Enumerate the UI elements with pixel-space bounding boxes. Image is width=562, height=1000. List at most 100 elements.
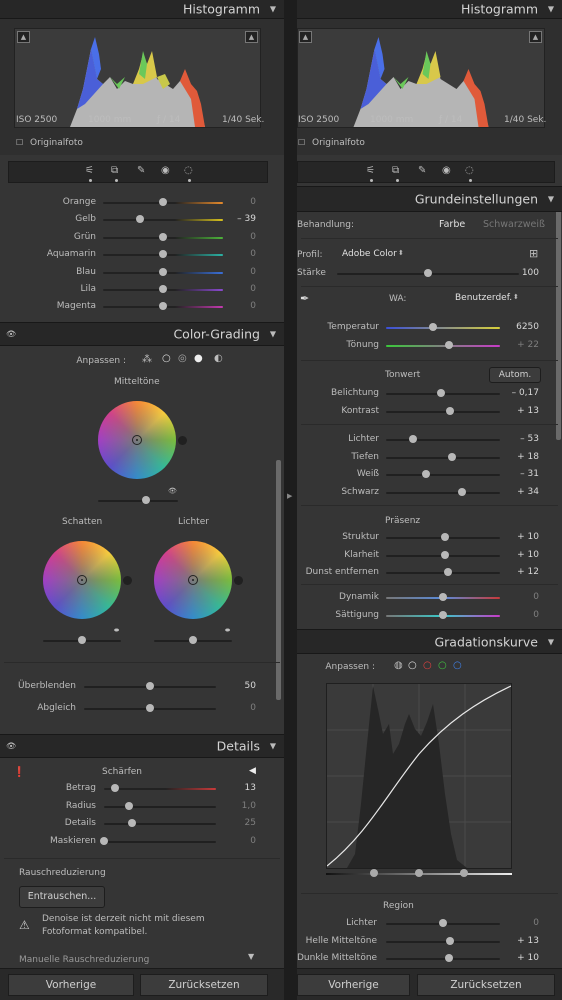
- previous-button[interactable]: Vorherige: [8, 974, 134, 996]
- green-channel-icon[interactable]: ○: [438, 660, 447, 671]
- healing-icon[interactable]: ✎: [137, 165, 145, 176]
- edit-sliders-icon[interactable]: ⚟: [85, 165, 94, 182]
- details-header[interactable]: 👁 Details ▼: [0, 734, 284, 758]
- dropdown-chevron-icon[interactable]: ⬍: [398, 249, 404, 257]
- helle-mittelt-ne-slider[interactable]: [386, 936, 500, 945]
- magenta-slider[interactable]: [103, 302, 223, 311]
- s-ttigung-slider-handle[interactable]: [439, 610, 447, 619]
- reset-button[interactable]: Zurücksetzen: [140, 974, 268, 996]
- collapse-triangle-icon[interactable]: ▼: [270, 330, 276, 339]
- eye-icon[interactable]: ⬬: [225, 627, 230, 635]
- red-channel-icon[interactable]: ○: [423, 660, 432, 671]
- betrag-slider-handle[interactable]: [111, 784, 120, 792]
- wei--slider-handle[interactable]: [421, 470, 430, 479]
- schwarz-slider-handle[interactable]: [458, 487, 467, 496]
- kontrast-slider-handle[interactable]: [445, 406, 454, 415]
- shadows-luminance-slider[interactable]: [43, 636, 121, 644]
- details-slider[interactable]: [104, 819, 216, 827]
- histogram-header[interactable]: Histogramm ▼: [0, 0, 284, 19]
- manual-noise-reduction-label[interactable]: Manuelle Rauschreduzierung: [19, 955, 149, 965]
- crop-icon[interactable]: ⧉: [111, 165, 118, 182]
- gr-n-slider-handle[interactable]: [159, 232, 167, 241]
- profile-browser-grid-icon[interactable]: ⊞: [529, 247, 538, 260]
- eye-icon[interactable]: 👁: [168, 487, 177, 495]
- midtones-mode-icon[interactable]: ◎: [178, 353, 187, 364]
- shadows-wheel-handle[interactable]: [77, 575, 87, 585]
- tiefen-slider[interactable]: [386, 452, 500, 461]
- maskieren-slider[interactable]: [100, 836, 216, 845]
- betrag-slider[interactable]: [104, 784, 216, 792]
- gr-n-slider[interactable]: [103, 232, 223, 241]
- highlight-clipping-icon[interactable]: ▲: [245, 31, 258, 43]
- expand-triangle-icon[interactable]: ▼: [248, 952, 254, 961]
- radius-slider[interactable]: [104, 801, 216, 810]
- struktur-slider-handle[interactable]: [441, 533, 450, 541]
- gelb-slider-handle[interactable]: [136, 215, 145, 224]
- lila-slider[interactable]: [103, 285, 223, 293]
- highlights-wheel-handle[interactable]: [188, 575, 198, 585]
- midtones-luminance-slider[interactable]: [98, 496, 178, 504]
- three-way-icon[interactable]: ⁂: [142, 354, 152, 365]
- s-ttigung-slider[interactable]: [386, 610, 500, 619]
- healing-icon[interactable]: ✎: [418, 165, 426, 176]
- visibility-eye-icon[interactable]: 👁: [6, 742, 16, 751]
- aquamarin-slider-handle[interactable]: [159, 250, 167, 259]
- crop-icon[interactable]: ⧉: [392, 165, 399, 182]
- struktur-slider[interactable]: [386, 533, 500, 541]
- collapse-triangle-icon[interactable]: ▼: [548, 195, 554, 204]
- edit-sliders-icon[interactable]: ⚟: [366, 165, 375, 182]
- details-slider-handle[interactable]: [128, 819, 136, 827]
- dynamik-slider[interactable]: [386, 593, 500, 601]
- gelb-slider[interactable]: [103, 215, 223, 224]
- amount-slider[interactable]: [337, 269, 519, 277]
- blau-slider-handle[interactable]: [159, 267, 167, 276]
- klarheit-slider[interactable]: [386, 550, 500, 559]
- collapse-triangle-icon[interactable]: ▼: [548, 5, 554, 14]
- left-scrollbar[interactable]: [276, 460, 281, 700]
- basic-header[interactable]: Grundeinstellungen ▼: [297, 186, 562, 212]
- color-grading-header[interactable]: 👁 Color-Grading ▼: [0, 322, 284, 346]
- lila-slider-handle[interactable]: [159, 285, 167, 293]
- belichtung-slider-handle[interactable]: [436, 389, 445, 397]
- blue-channel-icon[interactable]: ○: [453, 660, 462, 671]
- tone-curve-header[interactable]: Gradationskurve ▼: [297, 629, 562, 654]
- denoise-button[interactable]: Entrauschen...: [19, 886, 105, 908]
- orange-slider[interactable]: [103, 198, 223, 206]
- parametric-curve-icon[interactable]: ◍: [394, 660, 403, 671]
- midtones-saturation-dot[interactable]: [178, 436, 187, 445]
- collapse-arrow-icon[interactable]: ▶: [287, 492, 292, 500]
- lichter-slider-handle[interactable]: [439, 919, 447, 927]
- warning-circle-icon[interactable]: ❗: [13, 767, 25, 778]
- reset-button[interactable]: Zurücksetzen: [417, 974, 555, 996]
- temperature-slider[interactable]: [386, 323, 500, 331]
- shadows-saturation-dot[interactable]: [123, 576, 132, 585]
- original-photo-checkbox[interactable]: ☐: [16, 138, 23, 147]
- belichtung-slider[interactable]: [386, 389, 500, 397]
- treatment-color-option[interactable]: Farbe: [439, 219, 465, 230]
- midtones-wheel-handle[interactable]: [132, 435, 142, 445]
- right-scrollbar[interactable]: [556, 210, 561, 440]
- schwarz-slider[interactable]: [386, 487, 500, 496]
- wei--slider[interactable]: [386, 470, 500, 479]
- eye-icon[interactable]: ⬬: [114, 627, 119, 635]
- highlights-luminance-slider[interactable]: [154, 636, 232, 644]
- rgb-channel-icon[interactable]: ○: [408, 660, 417, 671]
- original-photo-checkbox[interactable]: ☐: [298, 138, 305, 147]
- dunkle-mittelt-ne-slider-handle[interactable]: [444, 954, 453, 963]
- dunst-entfernen-slider[interactable]: [386, 568, 500, 577]
- dynamik-slider-handle[interactable]: [439, 593, 447, 601]
- collapse-triangle-icon[interactable]: ▼: [270, 742, 276, 751]
- collapse-triangle-icon[interactable]: ▼: [548, 637, 554, 646]
- wb-dropdown[interactable]: Benutzerdef.: [455, 293, 512, 303]
- dunkle-mittelt-ne-slider[interactable]: [386, 954, 500, 963]
- global-mode-icon[interactable]: ◐: [214, 353, 223, 364]
- masking-icon[interactable]: ◌: [465, 165, 474, 182]
- dunst-entfernen-slider-handle[interactable]: [443, 568, 452, 577]
- shadow-clipping-icon[interactable]: ▲: [299, 31, 312, 43]
- lichter-slider[interactable]: [386, 435, 500, 443]
- blau-slider[interactable]: [103, 267, 223, 276]
- highlights-mode-icon[interactable]: ●: [194, 353, 203, 364]
- red-eye-icon[interactable]: ◉: [442, 165, 451, 176]
- tiefen-slider-handle[interactable]: [448, 452, 457, 461]
- shadow-clipping-icon[interactable]: ▲: [17, 31, 30, 43]
